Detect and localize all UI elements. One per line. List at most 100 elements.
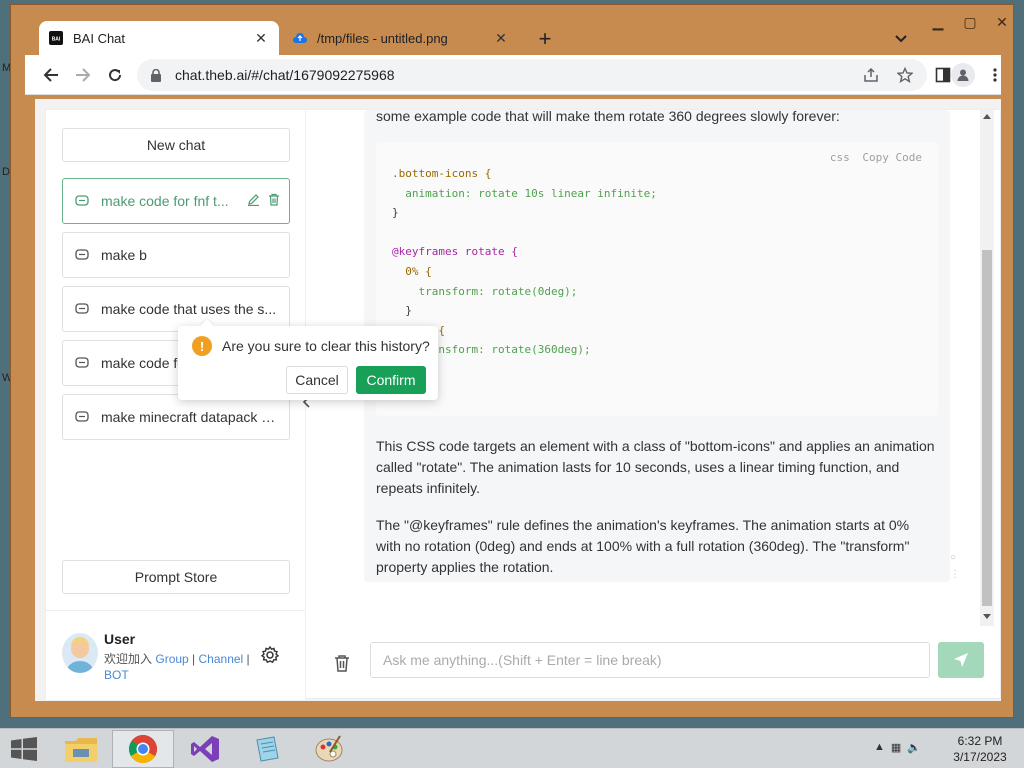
code-line: 100% { <box>405 323 445 337</box>
close-tab-icon[interactable]: ✕ <box>493 30 509 46</box>
loading-circle-icon: ○ <box>950 552 957 563</box>
copy-code-button[interactable]: Copy Code <box>862 151 922 164</box>
maximize-button[interactable]: ▢ <box>955 11 985 33</box>
popconfirm-message: Are you sure to clear this history? <box>222 338 430 354</box>
bookmark-star-icon[interactable] <box>893 63 917 87</box>
code-line: } <box>392 360 922 380</box>
kebab-menu-icon[interactable] <box>983 63 1007 87</box>
assistant-message: some example code that will make them ro… <box>364 108 950 582</box>
tab-bai-chat[interactable]: BAI BAI Chat ✕ <box>39 21 279 55</box>
tab-tmp-files[interactable]: /tmp/files - untitled.png ✕ <box>283 21 519 55</box>
chrome-icon[interactable] <box>112 730 174 768</box>
code-line: transform: rotate(360deg); <box>392 343 591 357</box>
taskbar-clock[interactable]: 6:32 PM 3/17/2023 <box>940 733 1020 765</box>
cloud-icon <box>293 31 307 45</box>
more-options-icon[interactable]: ⋮ <box>950 569 962 580</box>
volume-icon[interactable]: 🔈 <box>907 741 921 754</box>
history-item[interactable]: make b <box>62 232 290 278</box>
system-tray: ▲ ▦ 🔈 <box>874 741 921 754</box>
code-line: transform: rotate(0deg); <box>392 284 578 298</box>
clear-history-popconfirm: ! Are you sure to clear this history? Ca… <box>178 318 438 400</box>
history-title: make minecraft datapack c... <box>101 409 277 425</box>
edit-icon[interactable] <box>247 193 260 209</box>
code-line: } <box>392 206 399 220</box>
history-item[interactable]: make code for fnf t... <box>62 178 290 224</box>
scroll-up-arrow-icon[interactable] <box>983 114 991 119</box>
prompt-store-button[interactable]: Prompt Store <box>62 560 290 594</box>
chat-bubble-icon <box>75 302 89 316</box>
tab-title: BAI Chat <box>73 30 126 46</box>
svg-text:BAI: BAI <box>52 37 61 43</box>
browser-toolbar: chat.theb.ai/#/chat/1679092275968 <box>25 55 1001 95</box>
new-tab-button[interactable]: + <box>531 25 559 53</box>
history-title: make code that uses the s... <box>101 301 277 317</box>
close-tab-icon[interactable]: ✕ <box>253 30 269 46</box>
title-bar: BAI BAI Chat ✕ /tmp/files - untitled.png… <box>25 5 1015 55</box>
minimize-button[interactable]: ▁ <box>923 11 953 33</box>
windows-start-icon[interactable] <box>8 735 40 763</box>
visual-studio-icon[interactable] <box>174 730 236 768</box>
scroll-down-arrow-icon[interactable] <box>983 614 991 619</box>
file-explorer-icon[interactable] <box>50 730 112 768</box>
clear-chat-trash-icon[interactable] <box>334 654 352 672</box>
bai-logo-icon: BAI <box>49 31 63 45</box>
chat-panel: some example code that will make them ro… <box>306 108 1002 700</box>
welcome-text: 欢迎加入 <box>104 652 153 666</box>
message-intro-text: some example code that will make them ro… <box>376 108 840 124</box>
reload-icon[interactable] <box>103 63 127 87</box>
back-icon[interactable] <box>39 63 63 87</box>
code-line: animation: rotate 10s linear infinite; <box>392 186 657 200</box>
send-icon <box>954 653 968 667</box>
network-icon[interactable]: ▦ <box>891 741 901 754</box>
settings-gear-icon[interactable] <box>260 645 280 665</box>
notepad-icon[interactable] <box>236 730 298 768</box>
chat-scrollbar[interactable] <box>980 110 994 626</box>
chat-bubble-icon <box>75 194 89 208</box>
warning-icon: ! <box>192 336 212 356</box>
channel-link[interactable]: Channel <box>199 652 244 666</box>
chat-bubble-icon <box>75 410 89 424</box>
link-separator: | <box>188 652 199 666</box>
confirm-button[interactable]: Confirm <box>356 366 426 394</box>
profile-avatar-icon[interactable] <box>951 63 975 87</box>
code-line: } <box>392 380 922 400</box>
address-bar[interactable]: chat.theb.ai/#/chat/1679092275968 <box>137 59 927 91</box>
user-panel: User 欢迎加入 Group | Channel | BOT <box>46 610 306 700</box>
code-toolbar: css Copy Code <box>824 148 922 168</box>
new-chat-button[interactable]: New chat <box>62 128 290 162</box>
clock-date: 3/17/2023 <box>953 750 1007 764</box>
share-icon[interactable] <box>859 63 883 87</box>
browser-window: BAI BAI Chat ✕ /tmp/files - untitled.png… <box>10 4 1014 718</box>
tab-search-chevron-icon[interactable] <box>889 27 913 51</box>
close-window-button[interactable]: ✕ <box>987 11 1017 33</box>
taskbar: ▲ ▦ 🔈 6:32 PM 3/17/2023 <box>0 728 1024 768</box>
code-block: css Copy Code .bottom-icons { animation:… <box>376 142 938 416</box>
history-title: make b <box>101 247 147 263</box>
send-button[interactable] <box>938 642 984 678</box>
message-paragraph: This CSS code targets an element with a … <box>376 438 935 496</box>
message-paragraph: The "@keyframes" rule defines the animat… <box>376 517 910 575</box>
avatar <box>62 633 98 673</box>
chat-input-placeholder: Ask me anything...(Shift + Enter = line … <box>383 652 662 668</box>
chat-input[interactable]: Ask me anything...(Shift + Enter = line … <box>370 642 930 678</box>
forward-icon[interactable] <box>71 63 95 87</box>
history-item[interactable]: make minecraft datapack c... <box>62 394 290 440</box>
delete-icon[interactable] <box>268 193 280 209</box>
history-title: make code for fnf t... <box>101 193 229 209</box>
chat-app: New chat make code for fnf t... make b m… <box>45 108 1002 700</box>
group-link[interactable]: Group <box>155 652 188 666</box>
desktop-edge-glyph: D <box>2 166 10 178</box>
cancel-button[interactable]: Cancel <box>286 366 348 394</box>
user-name: User <box>104 631 136 647</box>
lock-icon <box>151 68 165 82</box>
sidebar: New chat make code for fnf t... make b m… <box>46 110 306 700</box>
bot-link[interactable]: BOT <box>104 668 129 682</box>
chat-bubble-icon <box>75 248 89 262</box>
user-description: 欢迎加入 Group | Channel | BOT <box>104 651 254 683</box>
paint-icon[interactable] <box>298 730 360 768</box>
show-hidden-icons-chevron-icon[interactable]: ▲ <box>874 741 885 754</box>
code-line: 0% { <box>392 264 432 278</box>
scrollbar-thumb[interactable] <box>982 250 992 606</box>
message-actions: ○ ⋮ <box>950 552 962 580</box>
